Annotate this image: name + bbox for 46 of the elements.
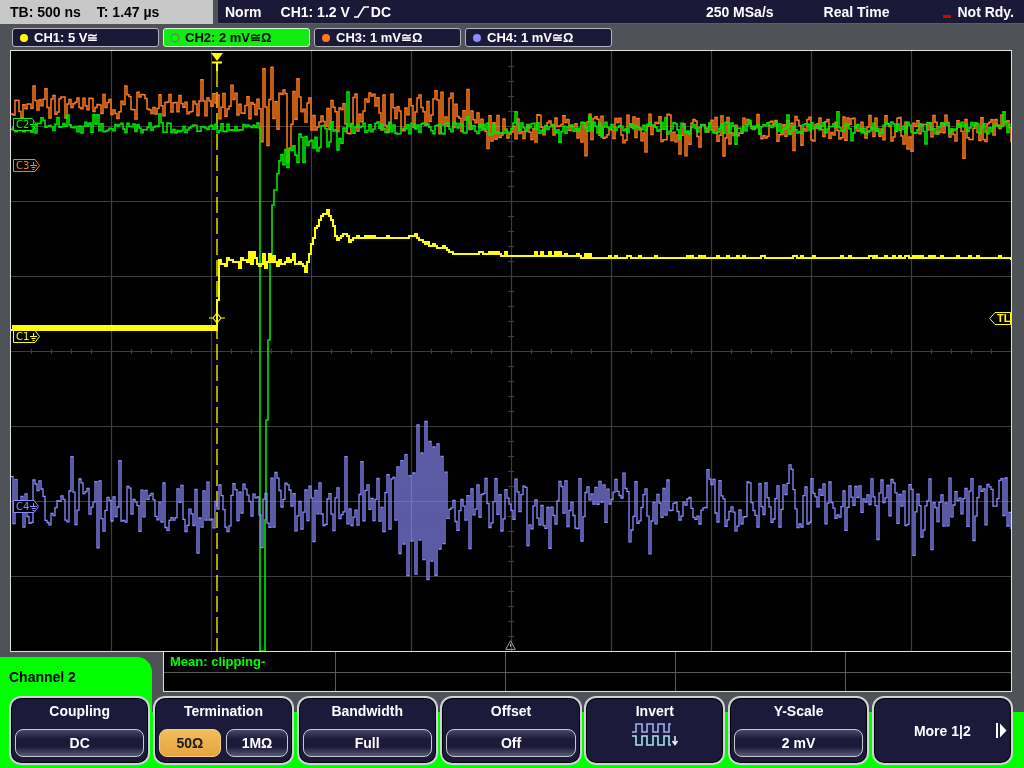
softkey-label: Coupling bbox=[49, 703, 110, 719]
trigger-point-icon bbox=[209, 312, 225, 324]
marker-label: C1 bbox=[16, 331, 30, 342]
softkey[interactable]: Coupling DC bbox=[9, 696, 151, 765]
trigger-time-text: T: 1.47 µs bbox=[96, 4, 160, 20]
softkey-label: Offset bbox=[490, 703, 532, 719]
trigger-level-marker: TL bbox=[989, 312, 1011, 325]
menu-title-panel: Channel 2 bbox=[0, 657, 152, 695]
trigger-position-icon bbox=[211, 53, 223, 71]
rising-edge-icon bbox=[352, 4, 370, 19]
marker-label: C3 bbox=[16, 160, 30, 171]
square-wave-icon bbox=[630, 723, 679, 747]
timebase-text: TB: 500 ns bbox=[10, 4, 81, 20]
option-button[interactable]: 50Ω bbox=[158, 729, 221, 757]
value-button[interactable]: Off bbox=[446, 729, 576, 757]
channel-tab[interactable]: CH1: 5 V≅ bbox=[12, 28, 159, 47]
softkey[interactable]: Bandwidth Full bbox=[296, 696, 438, 765]
value-button[interactable]: 2 mV bbox=[733, 729, 864, 757]
reference-marker-icon bbox=[505, 640, 516, 650]
softkey-label: Bandwidth bbox=[331, 703, 403, 719]
trigger-source-text: CH1: 1.2 V bbox=[280, 3, 350, 20]
next-arrow-icon bbox=[995, 723, 1007, 738]
softkey-label: Invert bbox=[635, 703, 674, 719]
trigger-coupling-text: DC bbox=[370, 3, 392, 20]
softkey[interactable]: Invert bbox=[584, 696, 726, 765]
trigger-mode-text: Norm bbox=[225, 3, 262, 20]
marker-label: C2 bbox=[16, 119, 30, 130]
status-indicator-icon bbox=[943, 15, 952, 18]
value-button[interactable]: Full bbox=[302, 729, 432, 757]
acquisition-mode-text: Real Time bbox=[823, 3, 890, 20]
softkey-label: More 1|2 bbox=[913, 722, 971, 739]
softkey[interactable]: Termination 50Ω 1MΩ bbox=[152, 696, 295, 765]
measurement-readout: Mean: clipping- bbox=[169, 653, 266, 671]
value-button[interactable]: DC bbox=[15, 729, 145, 757]
softkey-label: Y-Scale bbox=[773, 703, 824, 719]
softkey[interactable]: More 1|2 bbox=[871, 696, 1013, 765]
sample-rate-text: 250 MSa/s bbox=[705, 3, 774, 20]
channel-tab[interactable]: CH3: 1 mV≅Ω bbox=[314, 28, 461, 47]
channel-tab[interactable]: CH4: 1 mV≅Ω bbox=[465, 28, 612, 47]
channel-tab[interactable]: CH2: 2 mV≅Ω bbox=[163, 28, 310, 47]
softkey[interactable]: Offset Off bbox=[440, 696, 582, 765]
softkey-label: Termination bbox=[183, 703, 263, 719]
marker-label: C4 bbox=[16, 501, 30, 512]
softkey[interactable]: Y-Scale 2 mV bbox=[727, 696, 870, 765]
option-button[interactable]: 1MΩ bbox=[225, 729, 289, 757]
acquisition-status-text: Not Rdy. bbox=[957, 3, 1014, 20]
